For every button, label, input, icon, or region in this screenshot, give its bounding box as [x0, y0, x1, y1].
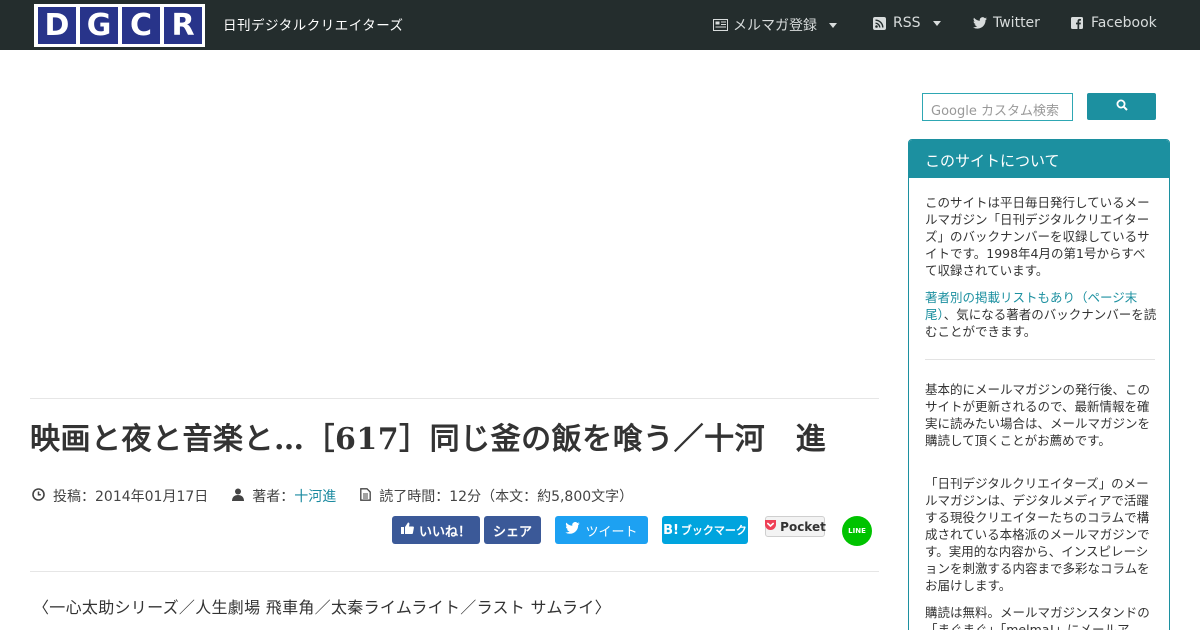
panel-title: このサイトについて — [909, 140, 1169, 178]
twitter-bird-icon — [565, 522, 581, 538]
facebook-icon — [1071, 17, 1085, 29]
nav-twitter-label: Twitter — [993, 15, 1040, 31]
search-icon — [1116, 99, 1128, 115]
panel-divider — [925, 359, 1155, 360]
search-button[interactable] — [1087, 93, 1156, 120]
line-share-button[interactable]: LINE — [842, 516, 872, 546]
about-paragraph-2-text: 、気になる著者のバックナンバーを読むことができます。 — [925, 307, 1157, 339]
divider — [30, 398, 879, 399]
article-meta: 投稿：2014年01月17日 著者： 十河進 読了時間：12分（本文：約5,80… — [32, 486, 633, 506]
hatena-b-icon: B! — [663, 522, 679, 538]
caret-down-icon — [932, 20, 941, 26]
dgcr-logo[interactable]: D G C R — [34, 4, 205, 47]
pocket-icon — [764, 519, 777, 534]
site-name[interactable]: 日刊デジタルクリエイターズ — [223, 14, 404, 34]
author-prefix: 著者： — [252, 489, 295, 505]
about-paragraph-5: 購読は無料。メールマガジンスタンドの「まぐまぐ」「melma!」にメールア — [925, 605, 1150, 630]
about-paragraph-2: 著者別の掲載リストもあり（ページ末尾）、気になる著者のバックナンバーを読むことが… — [925, 289, 1157, 340]
article-title: 映画と夜と音楽と…［617］同じ釜の飯を喰う／十河 進 — [30, 422, 827, 457]
thumbs-up-icon — [400, 522, 414, 538]
facebook-like-button[interactable]: いいね！ — [392, 516, 480, 544]
nav-twitter-link[interactable]: Twitter — [973, 15, 1040, 31]
author-link[interactable]: 十河進 — [294, 486, 336, 506]
caret-down-icon — [829, 22, 837, 28]
posted-date: 投稿：2014年01月17日 — [53, 489, 209, 505]
share-label: シェア — [492, 524, 532, 540]
nav-facebook-label: Facebook — [1091, 15, 1157, 31]
about-paragraph-3: 基本的にメールマガジンの発行後、このサイトが更新されるので、最新情報を確実に読み… — [925, 382, 1151, 448]
about-paragraph-4: 「日刊デジタルクリエイターズ」のメールマガジンは、デジタルメディアで活躍する現役… — [925, 476, 1150, 593]
hatena-label: ブックマーク — [680, 524, 747, 537]
nav-mailmag-label: メルマガ登録 — [733, 18, 817, 34]
nav-mailmag-dropdown[interactable]: メルマガ登録 — [713, 15, 837, 35]
document-icon — [360, 487, 372, 505]
nav-rss-dropdown[interactable]: RSS — [873, 15, 941, 31]
read-time: 読了時間：12分（本文：約5,800文字） — [379, 489, 634, 505]
nav-facebook-link[interactable]: Facebook — [1071, 15, 1157, 31]
line-icon: LINE — [848, 527, 866, 535]
about-site-panel: このサイトについて このサイトは平日毎日発行しているメールマガジン「日刊デジタル… — [908, 139, 1170, 630]
pocket-label: Pocket — [780, 519, 826, 534]
newspaper-icon — [713, 19, 728, 31]
about-paragraph-1: このサイトは平日毎日発行しているメールマガジン「日刊デジタルクリエイターズ」のバ… — [925, 195, 1150, 278]
logo-letter-r: R — [164, 7, 202, 44]
logo-letter-g: G — [80, 7, 118, 44]
pocket-button[interactable]: Pocket — [764, 516, 826, 537]
rss-icon — [873, 17, 887, 30]
nav-rss-label: RSS — [893, 15, 921, 31]
hatena-bookmark-button[interactable]: B! ブックマーク — [662, 516, 748, 544]
clock-icon — [32, 487, 45, 505]
like-label: いいね！ — [418, 524, 471, 540]
logo-letter-c: C — [122, 7, 160, 44]
logo-letter-d: D — [38, 7, 76, 44]
custom-search-input[interactable]: Google カスタム検索 — [922, 93, 1073, 121]
twitter-icon — [973, 17, 987, 29]
article-subtitle: 〈一心太助シリーズ／人生劇場 飛車角／太秦ライムライト／ラスト サムライ〉 — [33, 598, 611, 617]
divider — [30, 571, 879, 572]
facebook-share-button[interactable]: シェア — [484, 516, 541, 544]
top-navbar: D G C R 日刊デジタルクリエイターズ メルマガ登録 RSS Twitter… — [0, 0, 1200, 50]
tweet-button[interactable]: ツイート — [555, 516, 648, 544]
tweet-label: ツイート — [585, 524, 638, 540]
user-icon — [232, 488, 245, 505]
